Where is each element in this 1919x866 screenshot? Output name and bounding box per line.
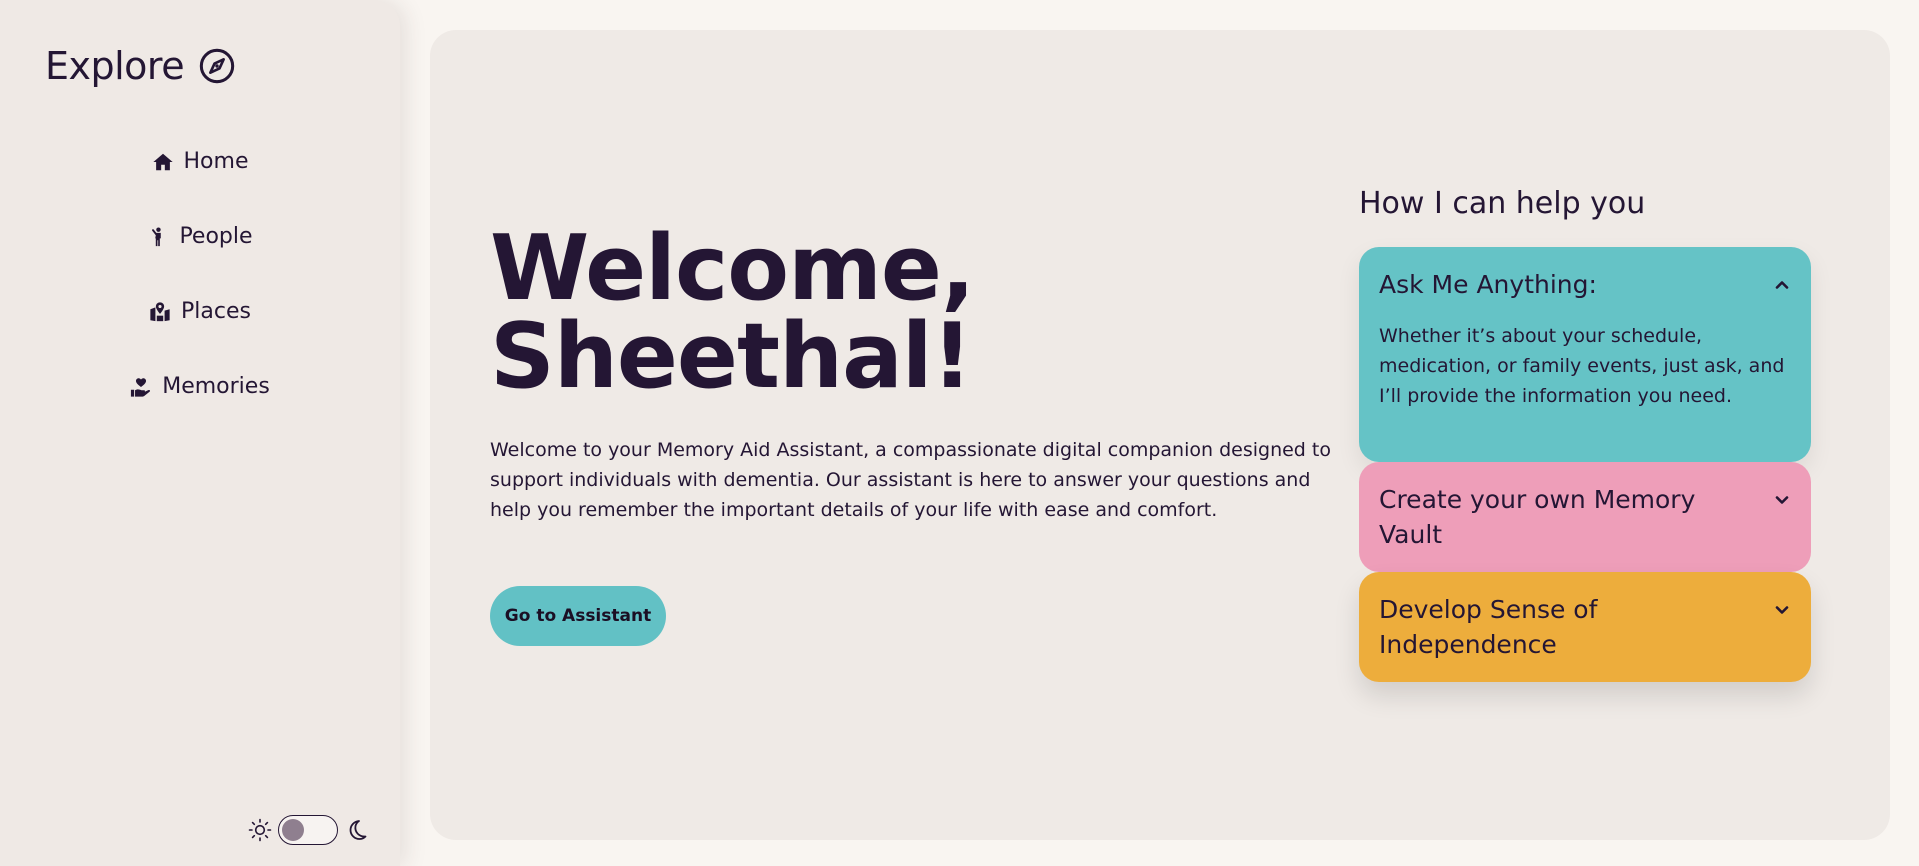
accordion-title: Ask Me Anything: (1379, 270, 1597, 299)
intro-text: Welcome to your Memory Aid Assistant, a … (490, 439, 1331, 521)
accordion-item-memory-vault[interactable]: Create your own Memory Vault (1359, 462, 1811, 572)
accordion-body: Whether it’s about your schedule, medica… (1379, 325, 1785, 407)
accordion-header[interactable]: Ask Me Anything: (1379, 247, 1791, 302)
switch-knob (282, 819, 304, 841)
accordion-item-ask-me-anything[interactable]: Ask Me Anything: Whether it’s about your… (1359, 247, 1811, 462)
sun-icon (248, 818, 272, 842)
sidebar-item-label: Places (181, 299, 251, 324)
accordion-header[interactable]: Create your own Memory Vault (1379, 462, 1791, 552)
sidebar-item-label: People (179, 224, 253, 249)
moon-icon (344, 818, 368, 842)
sidebar-item-places[interactable]: Places (0, 274, 400, 349)
sidebar-item-home[interactable]: Home (0, 124, 400, 199)
accordion-header[interactable]: Develop Sense of Independence (1379, 572, 1791, 662)
sidebar-item-label: Home (183, 149, 249, 174)
map-location-icon (149, 301, 171, 323)
help-section-title: How I can help you (1359, 186, 1646, 221)
home-icon (152, 151, 174, 173)
chevron-down-icon (1775, 496, 1789, 504)
theme-toggle (248, 815, 368, 845)
brand: Explore (45, 44, 236, 88)
chevron-up-icon (1775, 281, 1789, 289)
sidebar-item-people[interactable]: People (0, 199, 400, 274)
accordion-title: Develop Sense of Independence (1379, 595, 1598, 659)
sidebar-item-memories[interactable]: Memories (0, 349, 400, 424)
accordion-title: Create your own Memory Vault (1379, 485, 1696, 549)
go-to-assistant-button[interactable]: Go to Assistant (490, 586, 666, 646)
chevron-down-icon (1775, 606, 1789, 614)
welcome-heading: Welcome, Sheethal! (490, 224, 975, 402)
sidebar: Explore Home People Places Memories (0, 0, 400, 866)
main-panel: Welcome, Sheethal! Welcome to your Memor… (430, 30, 1890, 840)
brand-title: Explore (45, 44, 185, 88)
sidebar-nav: Home People Places Memories (0, 124, 400, 424)
theme-switch[interactable] (278, 815, 338, 845)
compass-icon (198, 47, 236, 85)
person-waving-icon (147, 226, 169, 248)
sidebar-item-label: Memories (162, 374, 270, 399)
hand-holding-heart-icon (130, 376, 152, 398)
welcome-heading-line2: Sheethal! (490, 304, 973, 409)
accordion-item-independence[interactable]: Develop Sense of Independence (1359, 572, 1811, 682)
